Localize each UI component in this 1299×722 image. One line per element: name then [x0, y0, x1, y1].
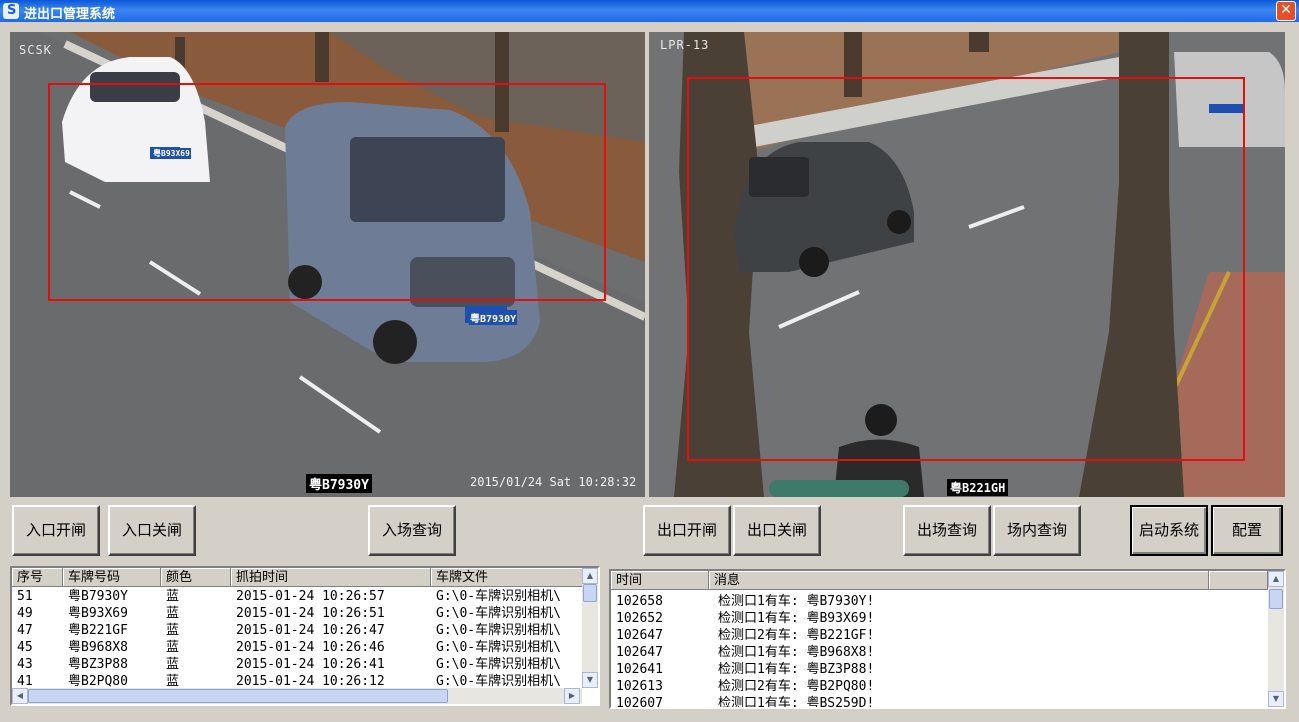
cell-index: 43: [17, 657, 33, 672]
cell-capture-time: 2015-01-24 10:26:51: [236, 606, 385, 621]
cell-message: 检测口1有车: 粤B7930Y!: [718, 594, 875, 609]
entry-camera-label: SCSK: [19, 43, 52, 57]
cell-time: 102607: [616, 696, 663, 709]
entry-recognized-plate: 粤B7930Y: [306, 474, 372, 493]
exit-camera-label: LPR-13: [660, 38, 710, 52]
cell-index: 45: [17, 640, 33, 655]
capture-list-vscrollbar[interactable]: ▲ ▼: [582, 568, 598, 688]
cell-time: 102641: [616, 662, 663, 677]
cell-plate-file: G:\0-车牌识别相机\: [436, 657, 561, 672]
col-header-plate-file[interactable]: 车牌文件: [431, 568, 582, 587]
exit-close-gate-button[interactable]: 出口关闸: [733, 505, 821, 556]
config-button[interactable]: 配置: [1211, 505, 1283, 556]
scroll-thumb[interactable]: [28, 689, 448, 703]
cell-plate-file: G:\0-车牌识别相机\: [436, 640, 561, 655]
cell-color: 蓝: [166, 623, 180, 638]
scroll-down-arrow-icon[interactable]: ▼: [1268, 691, 1284, 707]
cell-plate: 粤B221GF: [68, 623, 128, 638]
van-plate-in-image: 粤B7930Y: [469, 310, 518, 325]
message-log-list[interactable]: 时间 消息 102658 检测口1有车: 粤B7930Y! 102652 检测口…: [609, 569, 1286, 709]
col-header-message[interactable]: 消息: [709, 571, 1209, 590]
cell-capture-time: 2015-01-24 10:26:47: [236, 623, 385, 638]
entry-camera-image: [10, 32, 645, 497]
cell-time: 102613: [616, 679, 663, 694]
col-header-color[interactable]: 颜色: [161, 568, 231, 587]
col-header-capture-time[interactable]: 抓拍时间: [231, 568, 431, 587]
exit-camera-image: [649, 32, 1285, 497]
entry-query-button[interactable]: 入场查询: [368, 505, 456, 556]
capture-list-header: 序号 车牌号码 颜色 抓拍时间 车牌文件: [12, 568, 582, 587]
exit-camera-view: LPR-13 粤B221GH: [649, 32, 1285, 497]
cell-plate: 粤B7930Y: [68, 589, 128, 604]
capture-list-hscrollbar[interactable]: ◀ ▶: [12, 688, 582, 704]
cell-color: 蓝: [166, 606, 180, 621]
scroll-up-arrow-icon[interactable]: ▲: [1268, 571, 1284, 587]
cell-time: 102647: [616, 628, 663, 643]
scroll-up-arrow-icon[interactable]: ▲: [582, 568, 598, 584]
scroll-down-arrow-icon[interactable]: ▼: [582, 672, 598, 688]
cell-message: 检测口2有车: 粤B2PQ80!: [718, 679, 875, 694]
cell-index: 47: [17, 623, 33, 638]
cell-message: 检测口1有车: 粤B968X8!: [718, 645, 875, 660]
car-plate-in-image: 粤B93X69: [152, 148, 191, 159]
col-header-index[interactable]: 序号: [12, 568, 63, 587]
cell-time: 102647: [616, 645, 663, 660]
cell-message: 检测口1有车: 粤BZ3P88!: [718, 662, 875, 677]
cell-time: 102658: [616, 594, 663, 609]
title-bar: S 进出口管理系统 ✕: [0, 0, 1299, 22]
cell-time: 102652: [616, 611, 663, 626]
col-header-plate[interactable]: 车牌号码: [63, 568, 161, 587]
exit-open-gate-button[interactable]: 出口开闸: [643, 505, 731, 556]
cell-capture-time: 2015-01-24 10:26:46: [236, 640, 385, 655]
cell-message: 检测口1有车: 粤BS259D!: [718, 696, 875, 709]
cell-plate: 粤BZ3P88: [68, 657, 128, 672]
exit-recognized-plate: 粤B221GH: [947, 479, 1009, 496]
col-header-extra[interactable]: [1209, 571, 1268, 590]
scroll-right-arrow-icon[interactable]: ▶: [564, 688, 580, 704]
capture-list[interactable]: 序号 车牌号码 颜色 抓拍时间 车牌文件 51 粤B7930Y 蓝 2015-0…: [10, 566, 600, 706]
scroll-left-arrow-icon[interactable]: ◀: [12, 688, 28, 704]
cell-index: 49: [17, 606, 33, 621]
cell-plate-file: G:\0-车牌识别相机\: [436, 623, 561, 638]
cell-capture-time: 2015-01-24 10:26:41: [236, 657, 385, 672]
col-header-time[interactable]: 时间: [611, 571, 709, 590]
start-system-button[interactable]: 启动系统: [1130, 505, 1208, 556]
entry-camera-timestamp: 2015/01/24 Sat 10:28:32: [470, 475, 637, 489]
cell-plate-file: G:\0-车牌识别相机\: [436, 606, 561, 621]
entry-camera-view: SCSK 粤B7930Y 粤B93X69 粤B7930Y 2015/01/24 …: [10, 32, 645, 497]
message-list-vscrollbar[interactable]: ▲ ▼: [1268, 571, 1284, 707]
scroll-thumb[interactable]: [1269, 589, 1283, 609]
window-title: 进出口管理系统: [24, 7, 116, 22]
cell-plate-file: G:\0-车牌识别相机\: [436, 589, 561, 604]
entry-close-gate-button[interactable]: 入口关闸: [108, 505, 196, 556]
cell-capture-time: 2015-01-24 10:26:57: [236, 589, 385, 604]
cell-index: 51: [17, 589, 33, 604]
app-logo-icon: S: [3, 3, 19, 19]
cell-color: 蓝: [166, 589, 180, 604]
cell-color: 蓝: [166, 657, 180, 672]
close-window-button[interactable]: ✕: [1276, 1, 1296, 21]
exit-query-button[interactable]: 出场查询: [903, 505, 991, 556]
cell-message: 检测口2有车: 粤B221GF!: [718, 628, 875, 643]
cell-color: 蓝: [166, 640, 180, 655]
cell-message: 检测口1有车: 粤B93X69!: [718, 611, 875, 626]
entry-open-gate-button[interactable]: 入口开闸: [12, 505, 100, 556]
message-list-header: 时间 消息: [611, 571, 1268, 590]
cell-plate: 粤B93X69: [68, 606, 128, 621]
inside-query-button[interactable]: 场内查询: [993, 505, 1081, 556]
cell-plate: 粤B968X8: [68, 640, 128, 655]
scroll-thumb[interactable]: [583, 584, 597, 602]
